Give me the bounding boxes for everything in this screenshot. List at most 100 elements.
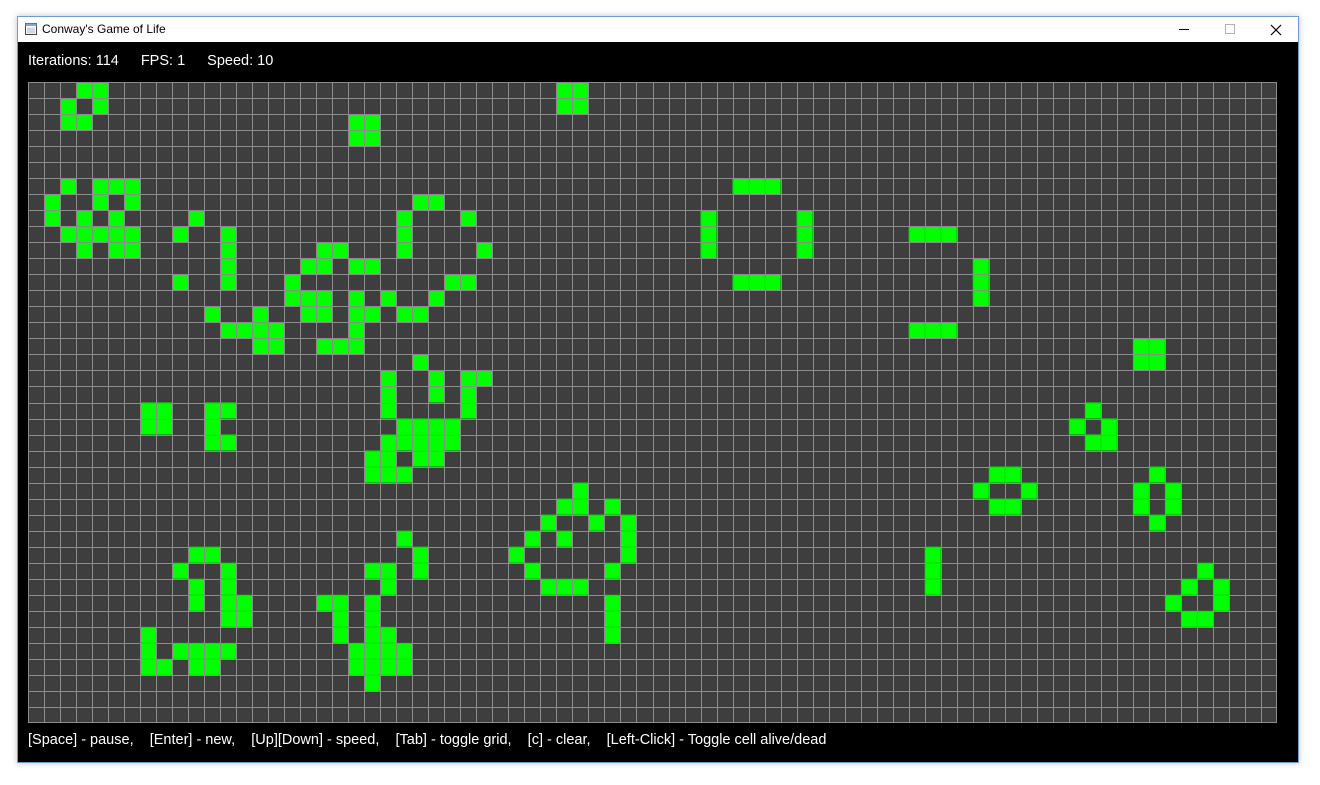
alive-cell[interactable] (204, 306, 221, 323)
alive-cell[interactable] (380, 386, 397, 403)
alive-cell[interactable] (380, 402, 397, 419)
alive-cell[interactable] (220, 434, 237, 451)
alive-cell[interactable] (1148, 338, 1165, 355)
alive-cell[interactable] (1004, 466, 1021, 483)
alive-cell[interactable] (748, 178, 765, 195)
alive-cell[interactable] (380, 562, 397, 579)
alive-cell[interactable] (700, 226, 717, 243)
alive-cell[interactable] (1132, 354, 1149, 371)
alive-cell[interactable] (1180, 610, 1197, 627)
alive-cell[interactable] (188, 210, 205, 227)
alive-cell[interactable] (364, 610, 381, 627)
alive-cell[interactable] (940, 226, 957, 243)
alive-cell[interactable] (364, 594, 381, 611)
alive-cell[interactable] (620, 530, 637, 547)
alive-cell[interactable] (76, 114, 93, 131)
alive-cell[interactable] (604, 594, 621, 611)
alive-cell[interactable] (348, 306, 365, 323)
close-button[interactable] (1253, 17, 1299, 42)
alive-cell[interactable] (572, 482, 589, 499)
alive-cell[interactable] (972, 290, 989, 307)
alive-cell[interactable] (204, 642, 221, 659)
alive-cell[interactable] (444, 434, 461, 451)
alive-cell[interactable] (156, 402, 173, 419)
alive-cell[interactable] (348, 642, 365, 659)
alive-cell[interactable] (60, 226, 77, 243)
alive-cell[interactable] (364, 130, 381, 147)
alive-cell[interactable] (364, 114, 381, 131)
alive-cell[interactable] (412, 418, 429, 435)
alive-cell[interactable] (924, 322, 941, 339)
alive-cell[interactable] (700, 210, 717, 227)
alive-cell[interactable] (572, 578, 589, 595)
alive-cell[interactable] (332, 338, 349, 355)
alive-cell[interactable] (412, 546, 429, 563)
alive-cell[interactable] (796, 226, 813, 243)
alive-cell[interactable] (316, 338, 333, 355)
alive-cell[interactable] (364, 466, 381, 483)
alive-cell[interactable] (268, 322, 285, 339)
alive-cell[interactable] (204, 546, 221, 563)
alive-cell[interactable] (556, 98, 573, 115)
alive-cell[interactable] (972, 482, 989, 499)
alive-cell[interactable] (1004, 498, 1021, 515)
alive-cell[interactable] (108, 210, 125, 227)
alive-cell[interactable] (412, 562, 429, 579)
alive-cell[interactable] (220, 226, 237, 243)
alive-cell[interactable] (412, 354, 429, 371)
alive-cell[interactable] (60, 178, 77, 195)
alive-cell[interactable] (1148, 514, 1165, 531)
alive-cell[interactable] (428, 290, 445, 307)
alive-cell[interactable] (604, 610, 621, 627)
alive-cell[interactable] (380, 466, 397, 483)
alive-cell[interactable] (252, 322, 269, 339)
alive-cell[interactable] (140, 402, 157, 419)
alive-cell[interactable] (300, 290, 317, 307)
alive-cell[interactable] (332, 242, 349, 259)
alive-cell[interactable] (108, 242, 125, 259)
alive-cell[interactable] (300, 306, 317, 323)
alive-cell[interactable] (220, 642, 237, 659)
alive-cell[interactable] (1164, 482, 1181, 499)
alive-cell[interactable] (556, 578, 573, 595)
alive-cell[interactable] (796, 210, 813, 227)
alive-cell[interactable] (428, 450, 445, 467)
minimize-button[interactable] (1161, 17, 1207, 42)
alive-cell[interactable] (188, 594, 205, 611)
alive-cell[interactable] (972, 258, 989, 275)
alive-cell[interactable] (460, 274, 477, 291)
alive-cell[interactable] (796, 242, 813, 259)
life-board[interactable] (28, 82, 1277, 723)
alive-cell[interactable] (364, 674, 381, 691)
alive-cell[interactable] (476, 370, 493, 387)
alive-cell[interactable] (396, 306, 413, 323)
alive-cell[interactable] (156, 418, 173, 435)
alive-cell[interactable] (188, 642, 205, 659)
alive-cell[interactable] (1164, 594, 1181, 611)
alive-cell[interactable] (348, 338, 365, 355)
alive-cell[interactable] (428, 194, 445, 211)
alive-cell[interactable] (460, 370, 477, 387)
alive-cell[interactable] (140, 658, 157, 675)
alive-cell[interactable] (908, 226, 925, 243)
alive-cell[interactable] (380, 290, 397, 307)
alive-cell[interactable] (364, 450, 381, 467)
alive-cell[interactable] (316, 258, 333, 275)
alive-cell[interactable] (172, 274, 189, 291)
alive-cell[interactable] (188, 546, 205, 563)
alive-cell[interactable] (604, 562, 621, 579)
alive-cell[interactable] (380, 434, 397, 451)
alive-cell[interactable] (1100, 418, 1117, 435)
alive-cell[interactable] (220, 258, 237, 275)
alive-cell[interactable] (428, 418, 445, 435)
alive-cell[interactable] (364, 258, 381, 275)
alive-cell[interactable] (1212, 594, 1229, 611)
alive-cell[interactable] (556, 498, 573, 515)
alive-cell[interactable] (396, 658, 413, 675)
alive-cell[interactable] (364, 562, 381, 579)
alive-cell[interactable] (332, 594, 349, 611)
alive-cell[interactable] (908, 322, 925, 339)
alive-cell[interactable] (220, 402, 237, 419)
alive-cell[interactable] (380, 642, 397, 659)
alive-cell[interactable] (316, 242, 333, 259)
